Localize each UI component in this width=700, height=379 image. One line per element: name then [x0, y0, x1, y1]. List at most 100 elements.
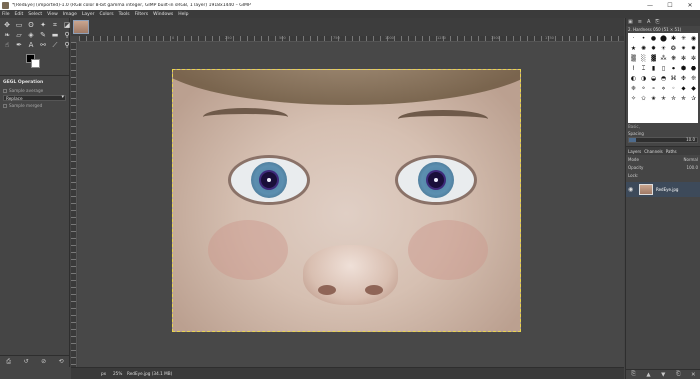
brush-swatch[interactable]: ✮ [669, 94, 678, 103]
brush-swatch[interactable]: ⬣ [689, 64, 698, 73]
brush-swatch[interactable]: ☀ [659, 44, 668, 53]
smudge-icon[interactable]: ☝ [2, 41, 12, 49]
sample-merged-checkbox[interactable] [3, 104, 7, 108]
sample-average-checkbox[interactable] [3, 89, 7, 93]
brush-swatch[interactable]: ▮ [649, 64, 658, 73]
brush-swatch[interactable]: ● [649, 34, 658, 43]
brush-swatch[interactable]: ▒ [629, 54, 638, 63]
warp-icon[interactable]: ❧ [2, 31, 12, 39]
brush-swatch[interactable]: ⬤ [659, 34, 668, 43]
brush-swatch[interactable]: ✯ [679, 94, 688, 103]
lasso-icon[interactable]: ʘ [26, 21, 36, 29]
brush-swatch[interactable]: ∘ [649, 84, 658, 93]
measure-icon[interactable]: ⟋ [50, 41, 60, 49]
image-canvas[interactable] [78, 42, 624, 367]
brush-swatch[interactable]: ✭ [659, 94, 668, 103]
color-picker-icon[interactable]: ⚯ [38, 41, 48, 49]
brush-swatch[interactable]: ⁂ [659, 54, 668, 63]
brush-swatch[interactable]: ✰ [689, 94, 698, 103]
brush-swatch[interactable]: ✩ [639, 94, 648, 103]
tab-layers[interactable]: Layers [628, 149, 641, 154]
menu-select[interactable]: Select [28, 12, 42, 17]
brush-swatch[interactable]: ✸ [649, 44, 658, 53]
brush-swatch[interactable]: ▓ [649, 54, 658, 63]
brush-swatch[interactable]: ✹ [689, 44, 698, 53]
brush-tag-field[interactable]: Basic, [626, 123, 700, 130]
vertical-ruler[interactable] [71, 42, 77, 367]
brush-swatch[interactable]: ◦ [669, 84, 678, 93]
brush-swatch[interactable]: ◉ [689, 34, 698, 43]
image-tab-thumbnail[interactable] [73, 20, 89, 34]
brush-swatch[interactable]: ✬ [649, 94, 658, 103]
restore-options-icon[interactable]: ↺ [24, 358, 29, 365]
brush-swatch[interactable]: ✺ [639, 44, 648, 53]
brush-swatch[interactable]: ◑ [639, 74, 648, 83]
bucket-fill-icon[interactable]: ◈ [26, 31, 36, 39]
rect-select-icon[interactable]: ▭ [14, 21, 24, 29]
brush-swatch[interactable]: ⌶ [639, 64, 648, 73]
move-icon[interactable]: ✥ [2, 21, 12, 29]
brush-swatch[interactable]: ✷ [679, 44, 688, 53]
brush-swatch[interactable]: ⬥ [679, 84, 688, 93]
brush-swatch[interactable]: ✧ [629, 94, 638, 103]
brush-swatch[interactable]: ❊ [689, 74, 698, 83]
brush-swatch[interactable]: ░ [639, 54, 648, 63]
brush-swatch[interactable]: ◒ [649, 74, 658, 83]
crop-icon[interactable]: ⌗ [50, 21, 60, 29]
menu-image[interactable]: Image [63, 12, 77, 17]
unit-select[interactable]: px [101, 371, 113, 376]
brush-swatch[interactable]: ⋄ [659, 84, 668, 93]
brush-swatch[interactable]: ❋ [669, 54, 678, 63]
brush-swatch[interactable]: ⦁ [669, 64, 678, 73]
raise-layer-icon[interactable]: ▲ [646, 372, 650, 378]
menu-help[interactable]: Help [178, 12, 188, 17]
layer-mode-select[interactable]: Normal [684, 157, 698, 162]
menu-file[interactable]: File [2, 12, 10, 17]
face-photo[interactable] [172, 69, 521, 332]
duplicate-layer-icon[interactable]: ⎗ [676, 371, 680, 378]
tab-document-history[interactable]: ⎘ [655, 19, 659, 25]
fuzzy-select-icon[interactable]: ✦ [38, 21, 48, 29]
brush-swatch[interactable]: ⚬ [639, 84, 648, 93]
new-layer-icon[interactable]: ⎘ [631, 371, 635, 378]
save-options-icon[interactable]: ⎙ [6, 358, 11, 366]
tab-channels[interactable]: Channels [644, 149, 663, 154]
eraser-icon[interactable]: ▬ [50, 31, 60, 39]
menu-colors[interactable]: Colors [99, 12, 113, 17]
brush-swatch[interactable]: ★ [629, 44, 638, 53]
text-icon[interactable]: A [26, 41, 36, 49]
close-button[interactable]: ✕ [680, 2, 700, 9]
tab-paths[interactable]: Paths [666, 149, 677, 154]
brush-swatch[interactable]: ◆ [689, 84, 698, 93]
shear-icon[interactable]: ▱ [14, 31, 24, 39]
brush-swatch[interactable]: ❂ [669, 44, 678, 53]
menu-edit[interactable]: Edit [15, 12, 24, 17]
delete-options-icon[interactable]: ⊘ [41, 358, 46, 365]
brush-swatch[interactable]: · [629, 34, 638, 43]
brush-swatch[interactable]: ⌘ [669, 74, 678, 83]
brush-swatch[interactable]: ✼ [689, 54, 698, 63]
delete-layer-icon[interactable]: ✕ [691, 372, 696, 378]
maximize-button[interactable]: ☐ [660, 2, 680, 9]
brush-swatch[interactable]: ❉ [679, 74, 688, 83]
brush-swatch[interactable]: ◐ [629, 74, 638, 83]
menu-filters[interactable]: Filters [135, 12, 149, 17]
opacity-value[interactable]: 100.0 [687, 165, 698, 170]
layer-name[interactable]: RedEye.jpg [656, 187, 678, 192]
layer-visibility-eye-icon[interactable]: ◉ [628, 186, 636, 193]
brush-swatch[interactable]: ✱ [669, 34, 678, 43]
brush-swatch[interactable]: • [639, 34, 648, 43]
brush-swatch[interactable]: ◓ [659, 74, 668, 83]
reset-options-icon[interactable]: ⟲ [59, 358, 64, 365]
zoom-select[interactable]: 25% [113, 371, 127, 376]
brush-swatch[interactable]: ⬢ [679, 64, 688, 73]
paths-icon[interactable]: ✒ [14, 41, 24, 49]
paintbrush-icon[interactable]: ✎ [38, 31, 48, 39]
background-color-swatch[interactable] [31, 59, 40, 68]
brush-swatch[interactable]: ▯ [659, 64, 668, 73]
tab-brushes[interactable]: ▣ [628, 19, 633, 25]
brush-swatch[interactable]: ❈ [629, 84, 638, 93]
brush-swatch[interactable]: ✻ [679, 54, 688, 63]
menu-view[interactable]: View [47, 12, 58, 17]
tab-fonts[interactable]: A [647, 19, 650, 25]
